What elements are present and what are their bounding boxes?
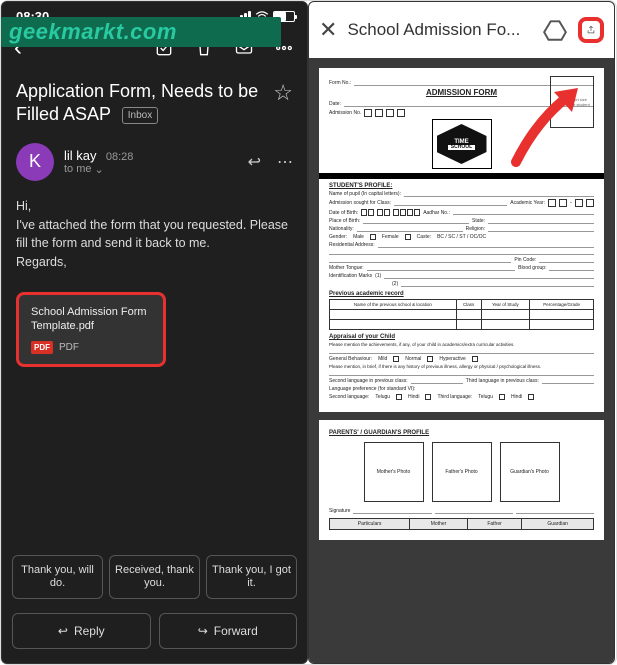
subject-row: Application Form, Needs to be Filled ASA… xyxy=(2,70,307,133)
sender-to[interactable]: to me ⌄ xyxy=(64,163,238,176)
watermark: geekmarkt.com xyxy=(1,17,281,47)
pdf-title: School Admission Fo... xyxy=(347,20,532,40)
quick-reply-2[interactable]: Received, thank you. xyxy=(109,555,200,599)
guardian-photo-box: Guardian's Photo xyxy=(500,442,560,502)
share-button[interactable] xyxy=(578,17,604,43)
pdf-page-1: Form No.: ADMISSION FORM Date: Admission… xyxy=(319,68,604,412)
pdf-viewport[interactable]: Form No.: ADMISSION FORM Date: Admission… xyxy=(309,58,614,663)
reply-button[interactable]: ↩ Reply xyxy=(12,613,151,649)
pdf-badge-icon: PDF xyxy=(31,341,53,354)
quick-replies: Thank you, will do. Received, thank you.… xyxy=(2,547,307,607)
avatar[interactable]: K xyxy=(16,143,54,181)
reply-arrow-icon: ↩ xyxy=(58,624,68,638)
prev-record-table: Name of the previous school & locationCl… xyxy=(329,299,594,330)
email-subject: Application Form, Needs to be Filled ASA… xyxy=(16,80,265,127)
school-logo: TIME SCHOOL xyxy=(432,119,492,169)
sender-actions: ↩ ⋯ xyxy=(248,152,293,172)
sender-row: K lil kay 08:28 to me ⌄ ↩ ⋯ xyxy=(2,133,307,191)
attachment-name: School Admission Form Template.pdf xyxy=(31,305,151,334)
quick-reply-1[interactable]: Thank you, will do. xyxy=(12,555,103,599)
star-button[interactable]: ☆ xyxy=(273,80,293,106)
more-options-icon[interactable]: ⋯ xyxy=(277,152,293,172)
attachment-type: PDF PDF xyxy=(31,341,151,354)
mother-photo-box: Mother's Photo xyxy=(364,442,424,502)
sender-name: lil kay xyxy=(64,148,97,163)
email-app-screen: 08:30 ‹ Application Form, Needs to be Fi… xyxy=(1,1,308,664)
sender-info: lil kay 08:28 to me ⌄ xyxy=(64,148,238,176)
sender-time: 08:28 xyxy=(106,151,134,163)
drive-icon[interactable] xyxy=(542,17,568,43)
student-photo-box: Fix passport size photo of the student xyxy=(550,76,594,128)
action-row: ↩ Reply ↪ Forward xyxy=(2,607,307,663)
reply-icon[interactable]: ↩ xyxy=(248,152,261,172)
forward-arrow-icon: ↪ xyxy=(198,624,208,638)
chevron-down-icon: ⌄ xyxy=(95,163,104,176)
inbox-badge: Inbox xyxy=(122,107,158,124)
attachment-card[interactable]: School Admission Form Template.pdf PDF P… xyxy=(16,292,166,368)
pdf-viewer-screen: ✕ School Admission Fo... Form No.: ADMIS… xyxy=(308,1,615,664)
pdf-page-2: PARENTS' / GUARDIAN'S PROFILE Mother's P… xyxy=(319,420,604,540)
email-body: Hi, I've attached the form that you requ… xyxy=(2,191,307,278)
quick-reply-3[interactable]: Thank you, I got it. xyxy=(206,555,297,599)
forward-button[interactable]: ↪ Forward xyxy=(159,613,298,649)
father-photo-box: Father's Photo xyxy=(432,442,492,502)
guardian-table: ParticularsMotherFatherGuardian xyxy=(329,518,594,530)
pdf-header: ✕ School Admission Fo... xyxy=(309,2,614,58)
close-button[interactable]: ✕ xyxy=(319,17,337,43)
